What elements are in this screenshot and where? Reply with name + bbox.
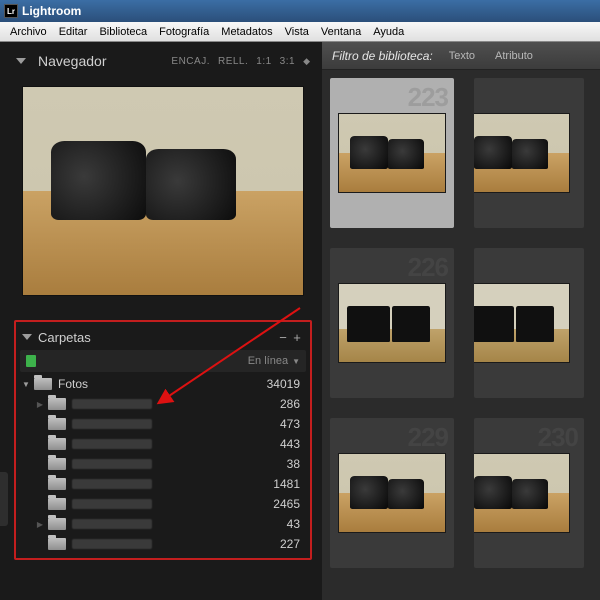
folder-count: 443 <box>280 437 304 451</box>
folder-count: 38 <box>287 457 304 471</box>
thumbnail-image <box>338 113 446 193</box>
folder-count: 2465 <box>273 497 304 511</box>
folder-row-root[interactable]: Fotos 34019 <box>20 374 304 394</box>
menu-metadatos[interactable]: Metadatos <box>215 24 278 40</box>
thumbnail-image <box>338 453 446 533</box>
folder-count: 286 <box>280 397 304 411</box>
chevron-icon[interactable]: ◆ <box>303 56 310 67</box>
ratio-fit[interactable]: ENCAJ. <box>171 56 210 67</box>
folder-name-redacted <box>72 439 152 449</box>
menu-vista[interactable]: Vista <box>279 24 315 40</box>
folder-tree: Fotos 34019 286 473 443 38 1481 2465 43 227 <box>18 374 308 554</box>
filter-label: Filtro de biblioteca: <box>332 49 433 63</box>
folder-row[interactable]: 2465 <box>20 494 304 514</box>
main-area: Navegador ENCAJ. RELL. 1:1 3:1 ◆ Carpeta… <box>0 42 600 600</box>
thumbnail-image <box>474 453 570 533</box>
menu-ayuda[interactable]: Ayuda <box>367 24 410 40</box>
folder-row[interactable]: 443 <box>20 434 304 454</box>
left-panel-grip[interactable] <box>0 472 8 526</box>
cell-index: 230 <box>538 422 578 453</box>
chevron-down-icon[interactable]: ▼ <box>292 357 300 366</box>
folder-icon <box>48 438 66 450</box>
titlebar: Lr Lightroom <box>0 0 600 22</box>
folder-row[interactable]: 227 <box>20 534 304 554</box>
thumbnail-image <box>474 113 570 193</box>
folder-name-redacted <box>72 459 152 469</box>
folder-count: 34019 <box>267 377 304 391</box>
folders-minus-button[interactable]: − <box>276 330 290 345</box>
ratio-1-1[interactable]: 1:1 <box>256 56 271 67</box>
menu-ventana[interactable]: Ventana <box>315 24 367 40</box>
thumbnail-cell[interactable]: 226 <box>330 248 454 398</box>
folder-count: 227 <box>280 537 304 551</box>
thumbnail-grid: 223 226 229 230 <box>322 70 600 600</box>
ratio-3-1[interactable]: 3:1 <box>280 56 295 67</box>
folder-name-redacted <box>72 539 152 549</box>
folder-count: 1481 <box>273 477 304 491</box>
filter-attribute-button[interactable]: Atributo <box>491 50 537 62</box>
folder-name: Fotos <box>58 377 88 391</box>
folders-plus-button[interactable]: + <box>290 330 304 345</box>
cell-index: 223 <box>408 82 448 113</box>
menubar: Archivo Editar Biblioteca Fotografía Met… <box>0 22 600 42</box>
folder-icon <box>48 458 66 470</box>
app-title: Lightroom <box>22 4 81 18</box>
disclosure-triangle-icon[interactable] <box>34 520 46 529</box>
folder-icon <box>48 398 66 410</box>
thumbnail-cell[interactable] <box>474 78 584 228</box>
folder-name-redacted <box>72 479 152 489</box>
folder-icon <box>48 538 66 550</box>
right-panel: Filtro de biblioteca: Texto Atributo 223… <box>322 42 600 600</box>
menu-biblioteca[interactable]: Biblioteca <box>93 24 153 40</box>
navigator-image <box>22 86 304 296</box>
ratio-fill[interactable]: RELL. <box>218 56 248 67</box>
folder-count: 473 <box>280 417 304 431</box>
app-icon: Lr <box>4 4 18 18</box>
folders-title: Carpetas <box>38 330 91 345</box>
thumbnail-cell[interactable]: 223 <box>330 78 454 228</box>
folder-row[interactable]: 38 <box>20 454 304 474</box>
disk-icon <box>26 355 36 367</box>
thumbnail-cell[interactable]: 230 <box>474 418 584 568</box>
disclosure-triangle-icon[interactable] <box>34 400 46 409</box>
folder-name-redacted <box>72 519 152 529</box>
thumbnail-image <box>338 283 446 363</box>
thumbnail-cell[interactable]: 229 <box>330 418 454 568</box>
folder-icon <box>34 378 52 390</box>
navigator-header[interactable]: Navegador ENCAJ. RELL. 1:1 3:1 ◆ <box>12 50 314 72</box>
volume-status-label: En línea <box>248 355 288 367</box>
thumbnail-cell[interactable] <box>474 248 584 398</box>
folder-count: 43 <box>287 517 304 531</box>
folder-row[interactable]: 1481 <box>20 474 304 494</box>
folder-icon <box>48 478 66 490</box>
left-panel: Navegador ENCAJ. RELL. 1:1 3:1 ◆ Carpeta… <box>0 42 322 600</box>
library-filter-bar: Filtro de biblioteca: Texto Atributo <box>322 42 600 70</box>
folder-row[interactable]: 286 <box>20 394 304 414</box>
folder-name-redacted <box>72 399 152 409</box>
folder-name-redacted <box>72 499 152 509</box>
folder-row[interactable]: 43 <box>20 514 304 534</box>
triangle-down-icon <box>16 58 26 64</box>
thumbnail-image <box>474 283 570 363</box>
folder-icon <box>48 518 66 530</box>
filter-text-button[interactable]: Texto <box>445 50 479 62</box>
navigator-title: Navegador <box>38 53 107 69</box>
folder-name-redacted <box>72 419 152 429</box>
disclosure-triangle-icon[interactable] <box>20 380 32 389</box>
folder-icon <box>48 418 66 430</box>
menu-archivo[interactable]: Archivo <box>4 24 53 40</box>
triangle-down-icon <box>22 334 32 340</box>
menu-editar[interactable]: Editar <box>53 24 94 40</box>
cell-index: 226 <box>408 252 448 283</box>
menu-fotografia[interactable]: Fotografía <box>153 24 215 40</box>
folders-header[interactable]: Carpetas − + <box>18 326 308 348</box>
folders-panel: Carpetas − + En línea ▼ Fotos 34019 <box>14 320 312 560</box>
folder-row[interactable]: 473 <box>20 414 304 434</box>
navigator-preview[interactable] <box>18 82 308 300</box>
cell-index: 229 <box>408 422 448 453</box>
folder-icon <box>48 498 66 510</box>
volume-status-row[interactable]: En línea ▼ <box>20 350 306 372</box>
